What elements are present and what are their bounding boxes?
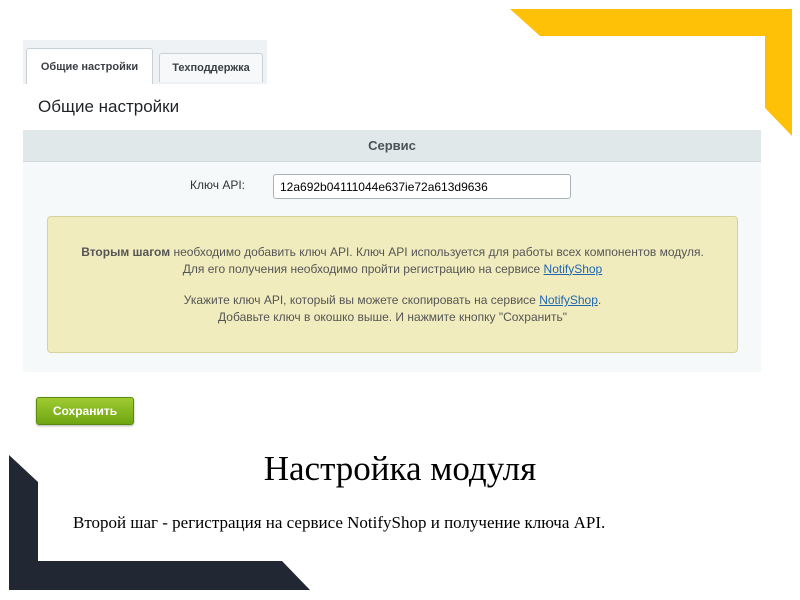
- api-key-input[interactable]: [273, 174, 571, 199]
- info-text: Укажите ключ API, который вы можете скоп…: [183, 293, 540, 307]
- info-text: необходимо добавить ключ API. Ключ API и…: [170, 245, 704, 259]
- service-section-header: Сервис: [23, 130, 761, 162]
- info-text: .: [597, 293, 602, 307]
- info-paragraph-1: Вторым шагом необходимо добавить ключ AP…: [48, 244, 737, 277]
- api-key-label: Ключ API:: [190, 178, 245, 192]
- save-button[interactable]: Сохранить: [36, 397, 134, 425]
- notifyshop-link[interactable]: NotifyShop: [544, 262, 603, 276]
- info-message-box: Вторым шагом необходимо добавить ключ AP…: [47, 216, 738, 353]
- notifyshop-link[interactable]: NotifyShop: [539, 293, 598, 307]
- slide-title: Настройка модуля: [263, 449, 537, 488]
- tabs-panel: Общие настройки Техподдержка Общие настр…: [23, 40, 267, 123]
- info-text: Для его получения необходимо пройти реги…: [182, 261, 544, 276]
- info-bold-text: Вторым шагом: [81, 245, 171, 259]
- tab-general-settings[interactable]: Общие настройки: [26, 48, 153, 84]
- info-text: Добавьте ключ в окошко выше. И нажмите к…: [218, 309, 567, 324]
- panel-title: Общие настройки: [38, 97, 180, 116]
- tab-support[interactable]: Техподдержка: [159, 53, 263, 82]
- info-paragraph-2: Укажите ключ API, который вы можете скоп…: [48, 292, 737, 325]
- slide-text: Второй шаг - регистрация на сервисе Noti…: [73, 513, 606, 532]
